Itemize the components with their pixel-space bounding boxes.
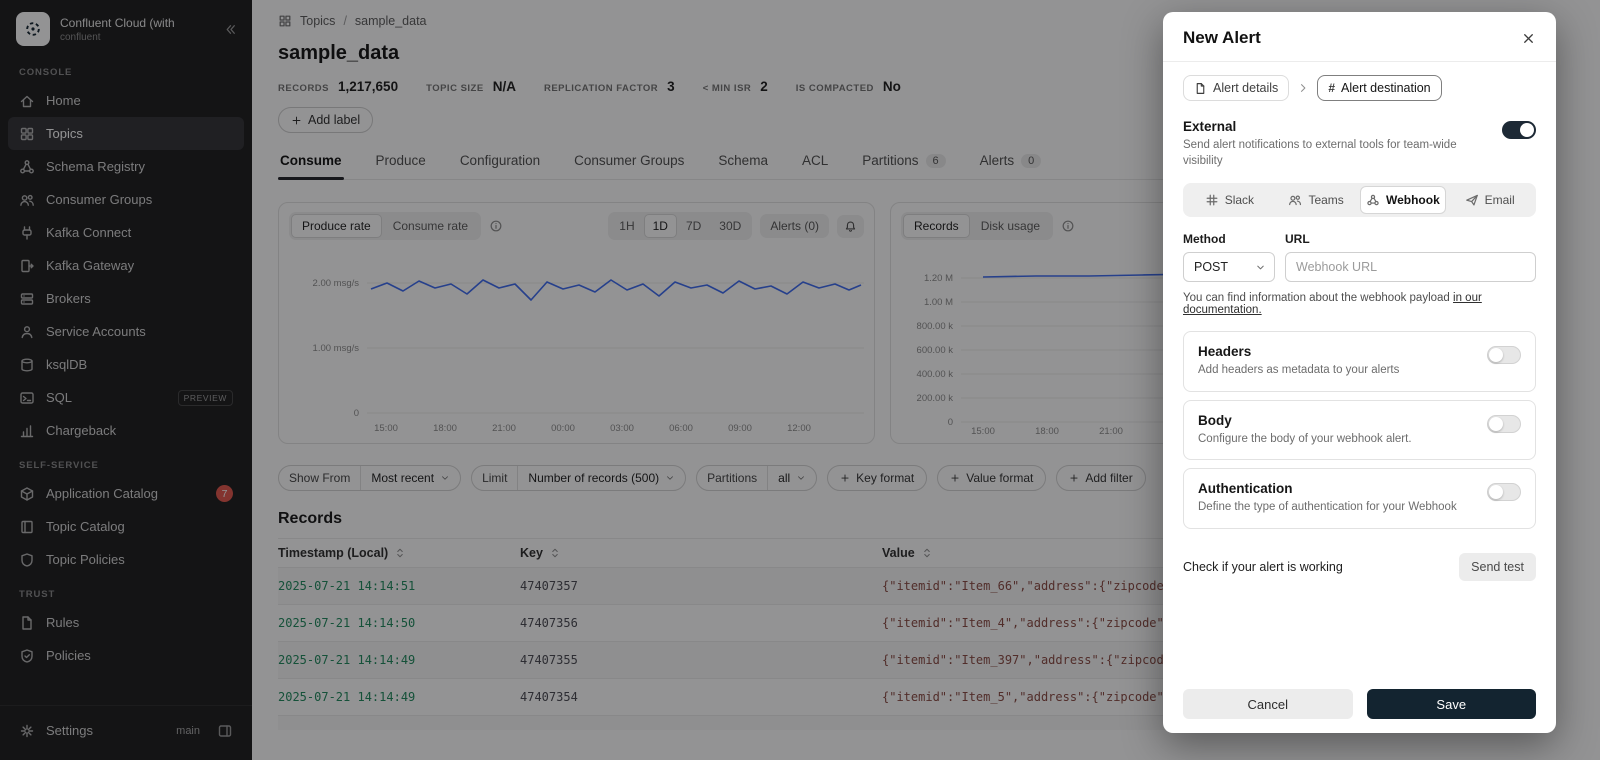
screen: Confluent Cloud (with ... confluent CONS… [0,0,1600,760]
hash-icon: # [1328,81,1335,95]
modal-title: New Alert [1183,28,1261,47]
test-alert-row: Check if your alert is working Send test [1183,552,1536,581]
test-alert-text: Check if your alert is working [1183,559,1343,574]
new-alert-modal: New Alert Alert details # Alert destinat… [1163,12,1556,733]
close-icon[interactable] [1521,31,1536,46]
external-toggle[interactable] [1502,121,1536,139]
webhook-docs-note: You can find information about the webho… [1183,292,1482,317]
teams-icon [1288,193,1302,207]
destination-selector: Slack Teams Webhook Email [1183,183,1536,218]
alert-steps: Alert details # Alert destination [1163,62,1556,103]
external-title: External [1183,119,1237,134]
destination-slack-button[interactable]: Slack [1186,186,1273,214]
body-toggle[interactable] [1487,414,1521,433]
webhook-url-input[interactable] [1285,252,1536,283]
send-test-button[interactable]: Send test [1459,552,1536,581]
modal-footer: Cancel Save [1183,689,1536,719]
document-icon [1194,82,1207,95]
method-url-row: Method POST URL [1183,232,1536,283]
destination-webhook-button[interactable]: Webhook [1359,186,1447,215]
destination-email-button[interactable]: Email [1446,186,1533,214]
webhook-icon [1366,193,1380,207]
authentication-card: Authentication Define the type of authen… [1183,468,1536,529]
external-section: External Send alert notifications to ext… [1163,103,1556,169]
cancel-button[interactable]: Cancel [1183,689,1353,719]
destination-teams-button[interactable]: Teams [1273,186,1360,214]
save-button[interactable]: Save [1366,689,1536,719]
step-alert-destination[interactable]: # Alert destination [1317,75,1442,101]
slack-icon [1205,193,1219,207]
chevron-right-icon [1297,82,1309,94]
url-label: URL [1285,232,1310,247]
authentication-toggle[interactable] [1487,483,1521,502]
chevron-down-icon [1255,262,1266,273]
method-select[interactable]: POST [1183,252,1275,283]
external-description: Send alert notifications to external too… [1183,139,1457,167]
method-label: Method [1183,232,1226,247]
email-icon [1465,193,1479,207]
headers-card: Headers Add headers as metadata to your … [1183,331,1536,392]
headers-toggle[interactable] [1487,346,1521,365]
step-alert-details[interactable]: Alert details [1183,75,1290,101]
body-card: Body Configure the body of your webhook … [1183,399,1536,461]
